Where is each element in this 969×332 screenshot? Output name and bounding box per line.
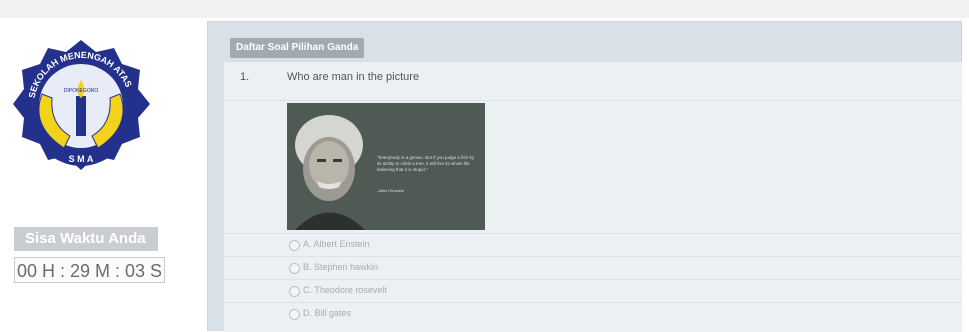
question-panel: Daftar Soal Pilihan Ganda 1. Who are man… — [207, 21, 962, 332]
divider — [224, 100, 962, 101]
option-label: B. Stephen hawkin — [303, 262, 379, 272]
option-label: D. Bill gates — [303, 308, 352, 318]
answer-option-d[interactable]: D. Bill gates — [224, 302, 962, 325]
question-container: 1. Who are man in the picture "Everybody… — [224, 62, 962, 332]
radio-button[interactable] — [289, 309, 300, 320]
radio-button[interactable] — [289, 240, 300, 251]
radio-button[interactable] — [289, 263, 300, 274]
question-image: "Everybody is a genius. But if you judge… — [287, 103, 485, 230]
question-number: 1. — [240, 71, 250, 83]
logo-inner-text: DIPONEGORO — [64, 88, 99, 94]
option-label: A. Albert Enstein — [303, 239, 370, 249]
time-remaining-label: Sisa Waktu Anda — [14, 227, 158, 251]
answer-option-b[interactable]: B. Stephen hawkin — [224, 256, 962, 279]
top-strip — [0, 0, 969, 18]
countdown-timer: 00 H : 29 M : 03 S — [14, 257, 165, 283]
answer-option-a[interactable]: A. Albert Enstein — [224, 233, 962, 256]
question-text: Who are man in the picture — [287, 71, 420, 83]
answer-option-c[interactable]: C. Theodore rosevelt — [224, 279, 962, 302]
image-quote-author: -Albert Einstein — [377, 188, 405, 193]
radio-button[interactable] — [289, 286, 300, 297]
option-label: C. Theodore rosevelt — [303, 285, 387, 295]
panel-title: Daftar Soal Pilihan Ganda — [230, 38, 365, 58]
image-quote-text: "Everybody is a genius. But if you judge… — [377, 155, 475, 172]
logo-bottom-text: S M A — [69, 154, 94, 164]
school-logo: SEKOLAH MENENGAH ATAS DIPONEGORO S M A — [12, 36, 151, 184]
